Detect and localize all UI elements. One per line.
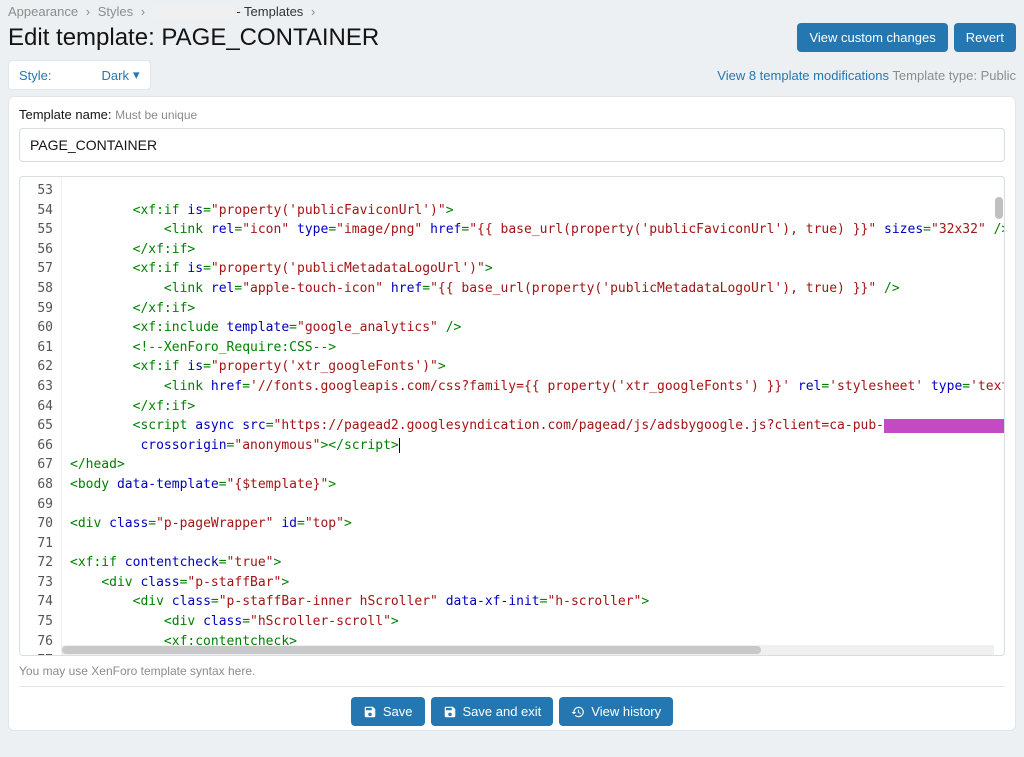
code-content[interactable]: <xf:if is="property('publicFaviconUrl')"… [62, 177, 1004, 655]
chevron-right-icon: › [311, 4, 315, 19]
horizontal-scrollbar[interactable] [62, 645, 994, 655]
main-panel: Template name: Must be unique 5354555657… [8, 96, 1016, 731]
style-selector-value: Dark ▾ [102, 67, 140, 83]
breadcrumb-styles[interactable]: Styles [98, 4, 133, 19]
caret-down-icon: ▾ [133, 67, 140, 83]
code-editor[interactable]: 5354555657585960616263646566676869707172… [19, 176, 1005, 656]
view-template-modifications-link[interactable]: View 8 template modifications [717, 68, 889, 83]
view-history-button[interactable]: View history [559, 697, 673, 726]
breadcrumb: Appearance › Styles › - Templates › [0, 0, 1024, 23]
helper-text: You may use XenForo template syntax here… [19, 656, 1005, 678]
breadcrumb-appearance[interactable]: Appearance [8, 4, 78, 19]
chevron-right-icon: › [141, 4, 145, 19]
horizontal-scrollbar-thumb[interactable] [62, 646, 761, 654]
chevron-right-icon: › [86, 4, 90, 19]
line-gutter: 5354555657585960616263646566676869707172… [20, 177, 62, 655]
vertical-scrollbar-thumb[interactable] [995, 197, 1003, 219]
template-name-label: Template name: Must be unique [19, 107, 1005, 122]
vertical-scrollbar[interactable] [994, 177, 1004, 655]
page-title: Edit template: PAGE_CONTAINER [8, 24, 379, 52]
view-custom-changes-button[interactable]: View custom changes [797, 23, 947, 52]
history-icon [571, 705, 585, 719]
save-icon [443, 705, 457, 719]
footer-bar: Save Save and exit View history [19, 686, 1005, 726]
style-selector-label: Style: [19, 68, 52, 83]
style-selector[interactable]: Style: Dark ▾ [8, 60, 151, 90]
save-and-exit-button[interactable]: Save and exit [431, 697, 554, 726]
template-type-label: Template type: Public [892, 68, 1016, 83]
save-icon [363, 705, 377, 719]
save-button[interactable]: Save [351, 697, 425, 726]
breadcrumb-style-name-redacted [153, 7, 233, 19]
template-name-input[interactable] [19, 128, 1005, 162]
breadcrumb-current: - Templates [236, 4, 303, 19]
revert-button[interactable]: Revert [954, 23, 1016, 52]
